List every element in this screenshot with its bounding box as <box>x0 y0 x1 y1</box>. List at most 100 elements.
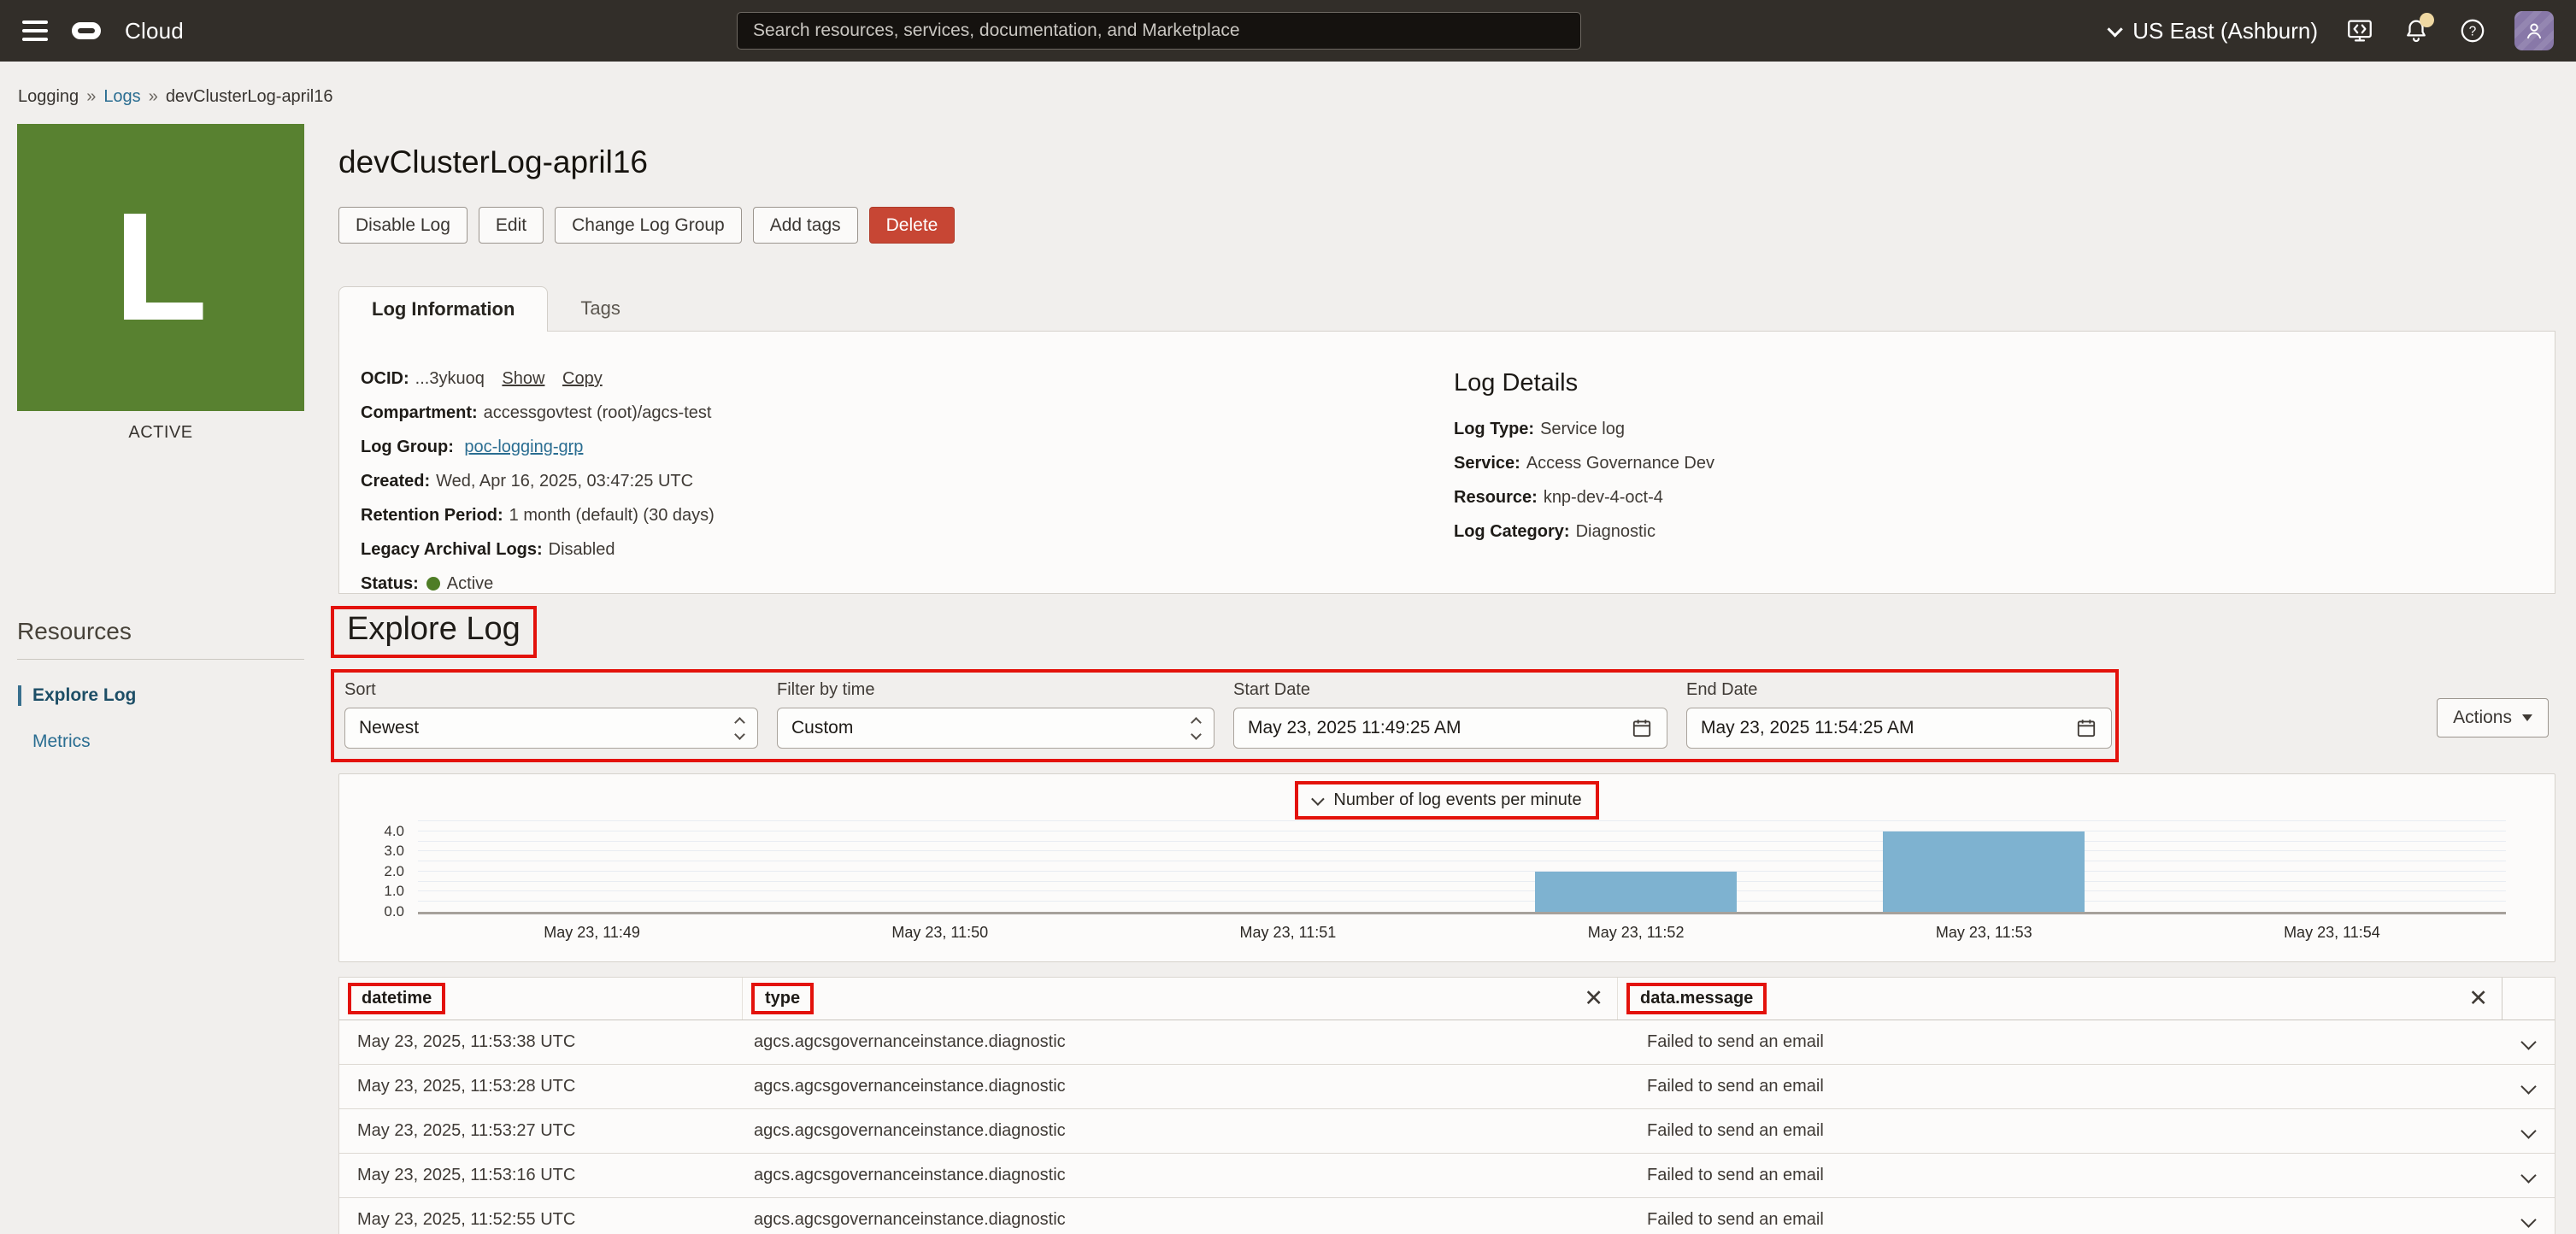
filter-by-time-select[interactable]: Custom <box>777 708 1214 749</box>
explore-log-title: Explore Log <box>347 611 520 648</box>
log-events-chart-panel: Number of log events per minute 0.0 1.0 2.… <box>338 773 2555 962</box>
end-date-label: End Date <box>1686 680 2112 700</box>
column-header-datetime[interactable]: datetime <box>339 978 742 1020</box>
chart-y-tick-label: 4.0 <box>353 823 404 840</box>
disable-log-button[interactable]: Disable Log <box>338 207 468 244</box>
start-date-label: Start Date <box>1233 680 1667 700</box>
table-row[interactable]: May 23, 2025, 11:53:27 UTC agcs.agcsgove… <box>339 1109 2555 1154</box>
filter-by-time-label: Filter by time <box>777 680 1214 700</box>
topbar: Cloud US East (Ashburn) <box>0 0 2576 62</box>
table-row[interactable]: May 23, 2025, 11:52:55 UTC agcs.agcsgove… <box>339 1198 2555 1234</box>
log-details-title: Log Details <box>1454 369 1714 397</box>
tab-bar: Log Information Tags <box>338 286 2555 331</box>
select-chevrons-icon <box>1192 719 1200 738</box>
column-header-expand <box>2502 978 2555 1020</box>
breadcrumb-logs[interactable]: Logs <box>103 87 140 106</box>
oracle-logo <box>72 22 101 39</box>
chart-x-tick-label: May 23, 11:49 <box>418 924 766 942</box>
oci-console-screen: Cloud US East (Ashburn) <box>0 0 2576 1234</box>
calendar-icon[interactable] <box>1631 717 1653 739</box>
retention-field: Retention Period:1 month (default) (30 d… <box>361 506 1454 526</box>
chart-x-tick-label: May 23, 11:51 <box>1114 924 1461 942</box>
add-tags-button[interactable]: Add tags <box>753 207 858 244</box>
log-group-link[interactable]: poc-logging-grp <box>464 438 583 456</box>
expand-row-chevron-icon[interactable] <box>2520 1078 2536 1094</box>
created-field: Created:Wed, Apr 16, 2025, 03:47:25 UTC <box>361 472 1454 491</box>
chart-x-tick-label: May 23, 11:53 <box>1810 924 2158 942</box>
sort-label: Sort <box>344 680 758 700</box>
devtools-icon[interactable] <box>2345 16 2374 45</box>
resources-title: Resources <box>17 618 304 645</box>
chart-x-tick-label: May 23, 11:54 <box>2158 924 2506 942</box>
breadcrumb-logging[interactable]: Logging <box>18 87 79 106</box>
chart-bar <box>1883 831 2085 912</box>
calendar-icon[interactable] <box>2075 717 2097 739</box>
select-chevrons-icon <box>736 719 744 738</box>
log-results-table: datetime type ✕ data.message ✕ May 23, 2… <box>338 977 2555 1234</box>
sidebar-item-explore-log[interactable]: Explore Log <box>18 685 304 706</box>
change-log-group-button[interactable]: Change Log Group <box>555 207 742 244</box>
log-information-panel: OCID:...3ykuoq Show Copy Compartment:acc… <box>338 331 2555 594</box>
ocid-field: OCID:...3ykuoq Show Copy <box>361 369 1454 389</box>
hamburger-menu-icon[interactable] <box>22 21 48 41</box>
chart-y-tick-label: 3.0 <box>353 843 404 860</box>
filter-bar: Sort Newest Filter by time Custom <box>331 669 2119 762</box>
resources-divider <box>17 659 304 660</box>
column-header-data-message[interactable]: data.message ✕ <box>1617 978 2502 1020</box>
status-dot <box>426 577 440 591</box>
left-column: L ACTIVE Resources Explore Log Metrics <box>17 124 304 752</box>
region-chevron-down-icon <box>2108 21 2123 37</box>
tab-log-information[interactable]: Log Information <box>338 286 548 332</box>
chart-x-tick-label: May 23, 11:50 <box>766 924 1114 942</box>
chart-y-tick-label: 1.0 <box>353 883 404 900</box>
start-date-input[interactable]: May 23, 2025 11:49:25 AM <box>1233 708 1667 749</box>
search-input[interactable] <box>737 12 1581 50</box>
filter-by-time-group: Filter by time Custom <box>777 680 1214 749</box>
log-group-field: Log Group: poc-logging-grp <box>361 438 1454 457</box>
sort-select[interactable]: Newest <box>344 708 758 749</box>
log-type-field: Log Type:Service log <box>1454 420 1714 439</box>
main-content: devClusterLog-april16 Disable Log Edit C… <box>338 124 2555 1234</box>
action-buttons: Disable Log Edit Change Log Group Add ta… <box>338 207 2555 244</box>
table-header-row: datetime type ✕ data.message ✕ <box>339 978 2555 1020</box>
sidebar-item-metrics[interactable]: Metrics <box>17 732 304 752</box>
expand-row-chevron-icon[interactable] <box>2520 1123 2536 1138</box>
column-header-type[interactable]: type ✕ <box>742 978 1617 1020</box>
end-date-group: End Date May 23, 2025 11:54:25 AM <box>1686 680 2112 749</box>
page-title: devClusterLog-april16 <box>338 144 2555 180</box>
region-selector[interactable]: US East (Ashburn) <box>2108 18 2318 44</box>
legacy-archival-field: Legacy Archival Logs:Disabled <box>361 540 1454 560</box>
sort-filter-group: Sort Newest <box>344 680 758 749</box>
ocid-copy-link[interactable]: Copy <box>562 369 603 388</box>
chart-y-tick-label: 2.0 <box>353 863 404 880</box>
avatar[interactable] <box>2514 11 2554 50</box>
breadcrumb: Logging»Logs»devClusterLog-april16 <box>18 87 2576 107</box>
table-row[interactable]: May 23, 2025, 11:53:28 UTC agcs.agcsgove… <box>339 1065 2555 1109</box>
edit-button[interactable]: Edit <box>479 207 544 244</box>
table-row[interactable]: May 23, 2025, 11:53:38 UTC agcs.agcsgove… <box>339 1020 2555 1065</box>
expand-row-chevron-icon[interactable] <box>2520 1167 2536 1183</box>
expand-row-chevron-icon[interactable] <box>2520 1212 2536 1227</box>
help-icon[interactable]: ? <box>2458 16 2487 45</box>
region-label: US East (Ashburn) <box>2132 18 2318 44</box>
chart-title: Number of log events per minute <box>1333 790 1581 810</box>
notifications-bell-icon[interactable] <box>2402 16 2431 45</box>
table-row[interactable]: May 23, 2025, 11:53:16 UTC agcs.agcsgove… <box>339 1154 2555 1198</box>
delete-button[interactable]: Delete <box>869 207 956 244</box>
remove-data-message-column-icon[interactable]: ✕ <box>2468 987 2488 1010</box>
chart-bar <box>1535 872 1737 912</box>
tab-tags[interactable]: Tags <box>548 286 652 331</box>
service-field: Service:Access Governance Dev <box>1454 454 1714 473</box>
ocid-show-link[interactable]: Show <box>502 369 544 388</box>
svg-text:?: ? <box>2469 25 2477 39</box>
chart-collapse-chevron-icon[interactable] <box>1312 792 1326 806</box>
expand-row-chevron-icon[interactable] <box>2520 1034 2536 1049</box>
chart-title-annotation: Number of log events per minute <box>1295 781 1598 820</box>
chart-x-tick-label: May 23, 11:52 <box>1462 924 1810 942</box>
actions-button[interactable]: Actions <box>2437 698 2549 737</box>
resource-field: Resource:knp-dev-4-oct-4 <box>1454 488 1714 508</box>
chart-y-tick-label: 0.0 <box>353 903 404 920</box>
end-date-input[interactable]: May 23, 2025 11:54:25 AM <box>1686 708 2112 749</box>
log-resource-icon: L <box>17 124 304 411</box>
remove-type-column-icon[interactable]: ✕ <box>1584 987 1603 1010</box>
